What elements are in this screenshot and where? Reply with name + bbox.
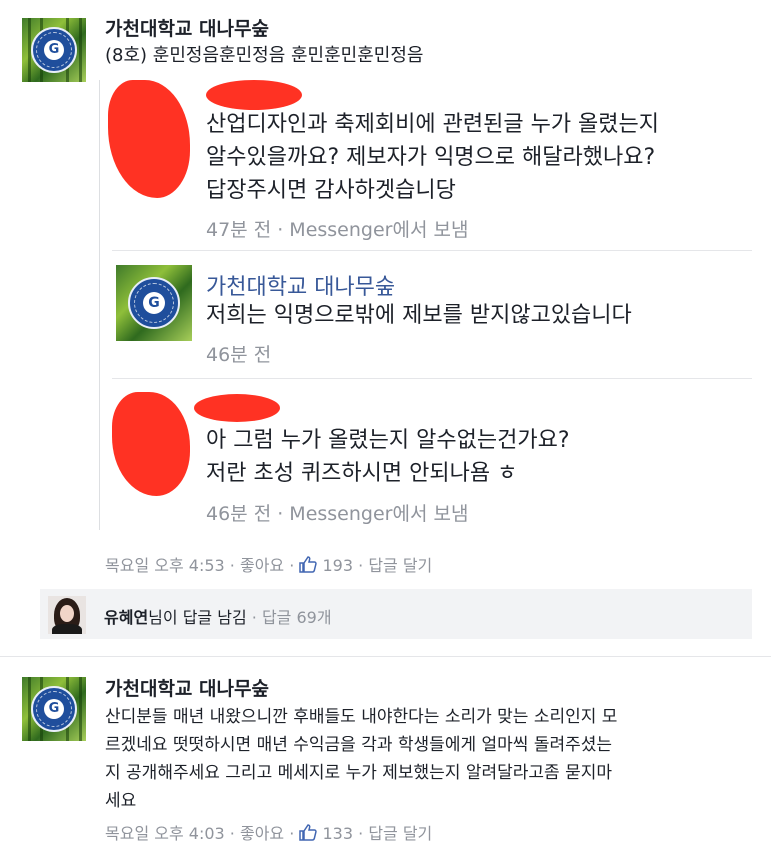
- page-avatar[interactable]: G: [116, 265, 192, 341]
- thumbs-up-icon[interactable]: [299, 824, 318, 841]
- gachon-university-seal-icon: G: [128, 277, 180, 329]
- post-text: (8호) 훈민정음훈민정음 훈민훈민훈민정음: [105, 45, 424, 66]
- message-line: 저희는 익명으로밖에 제보를 받지않고있습니다: [206, 303, 632, 328]
- gachon-university-seal-icon: G: [31, 27, 77, 73]
- post-time[interactable]: 목요일 오후 4:53: [105, 556, 225, 575]
- redaction-mark: [194, 394, 280, 422]
- redaction-mark: [108, 80, 190, 198]
- post-text-line: 지 공개해주세요 그리고 메세지로 누가 제보했는지 알려달라고좀 묻지마: [105, 763, 613, 783]
- reply-count[interactable]: 답글 69개: [262, 608, 332, 627]
- post-footer: 목요일 오후 4:53 · 좋아요 · 193 · 답글 달기: [105, 556, 433, 575]
- message-meta: 46분 전 · Messenger에서 보냄: [206, 503, 469, 525]
- message-line: 아 그럼 누가 올렸는지 알수없는건가요?: [206, 428, 570, 453]
- replier-name[interactable]: 유혜연: [104, 608, 148, 627]
- page-name[interactable]: 가천대학교 대나무숲: [105, 674, 269, 701]
- post-text-line: 세요: [105, 791, 137, 811]
- message-divider: [112, 378, 752, 379]
- reply-summary[interactable]: 유혜연님이 답글 남김 · 답글 69개: [104, 604, 332, 628]
- post-text-line: 르겠네요 떳떳하시면 매년 수익금을 각과 학생들에게 얼마씩 돌려주셨는: [105, 735, 613, 755]
- like-button[interactable]: 좋아요: [240, 556, 284, 575]
- redaction-mark: [206, 80, 302, 110]
- message-divider: [112, 250, 752, 251]
- page-name[interactable]: 가천대학교 대나무숲: [105, 14, 269, 41]
- message-line: 알수있을까요? 제보자가 익명으로 해달라했나요?: [206, 145, 656, 170]
- like-count[interactable]: 133: [323, 824, 354, 843]
- section-divider: [0, 656, 771, 657]
- reply-summary-text: 님이 답글 남김: [148, 608, 247, 627]
- like-count[interactable]: 193: [323, 556, 354, 575]
- message-line: 저란 초성 퀴즈하시면 안되나욤 ㅎ: [206, 461, 518, 486]
- thumbs-up-icon[interactable]: [299, 556, 318, 573]
- page-avatar[interactable]: G: [22, 18, 86, 82]
- like-button[interactable]: 좋아요: [240, 824, 284, 843]
- redaction-mark: [112, 392, 190, 496]
- post-text-line: 산디분들 매년 내왔으니깐 후배들도 내야한다는 소리가 맞는 소리인지 모: [105, 707, 618, 727]
- reply-button[interactable]: 답글 달기: [368, 824, 432, 843]
- message-line: 산업디자인과 축제회비에 관련된글 누가 올렸는지: [206, 112, 660, 137]
- message-meta: 47분 전 · Messenger에서 보냄: [206, 219, 469, 241]
- avatar[interactable]: [48, 596, 86, 634]
- reply-button[interactable]: 답글 달기: [368, 556, 432, 575]
- gachon-university-seal-icon: G: [31, 686, 77, 732]
- sender-name[interactable]: 가천대학교 대나무숲: [206, 269, 395, 301]
- message-line: 답장주시면 감사하겟습니당: [206, 178, 456, 203]
- message-meta: 46분 전: [206, 344, 272, 366]
- quote-border: [99, 80, 100, 530]
- post-time[interactable]: 목요일 오후 4:03: [105, 824, 225, 843]
- page-avatar[interactable]: G: [22, 677, 86, 741]
- post-footer: 목요일 오후 4:03 · 좋아요 · 133 · 답글 달기: [105, 824, 433, 843]
